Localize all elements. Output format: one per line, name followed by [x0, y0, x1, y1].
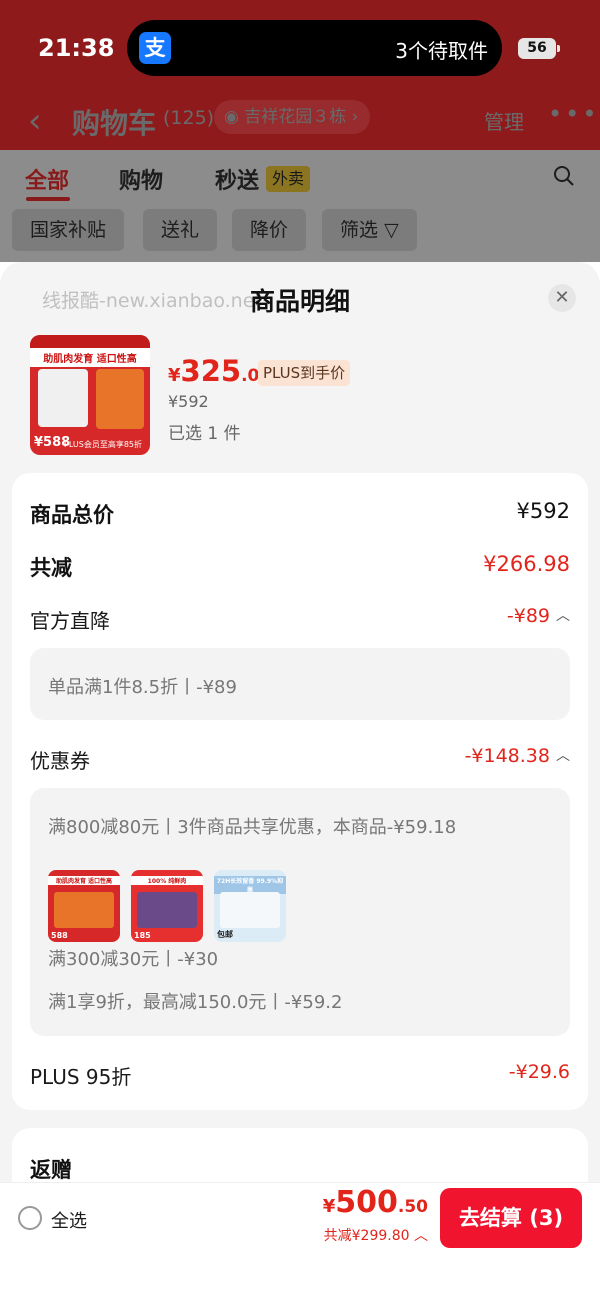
- dynamic-island[interactable]: 支 3个待取件: [127, 20, 502, 76]
- search-icon[interactable]: [552, 164, 576, 188]
- coupon-thumb-body: [137, 892, 197, 928]
- coupon-thumb-price: 包邮: [217, 930, 233, 939]
- official-discount-toggle[interactable]: -¥89 ︿: [507, 605, 570, 627]
- tab-indicator: [26, 197, 70, 201]
- thumb-headline: 助肌肉发育 适口性高: [30, 348, 150, 367]
- filter-price-drop[interactable]: 降价: [232, 209, 307, 251]
- coupon-thumb-body: [220, 892, 280, 928]
- filter-label: 筛选: [340, 219, 379, 241]
- address-label: 吉祥花园３栋: [244, 107, 347, 127]
- filter-button[interactable]: 筛选 ▽: [322, 209, 417, 251]
- coupon-thumb-price: 185: [134, 931, 151, 940]
- chevron-up-icon: ︿: [409, 1228, 428, 1244]
- cart-count: (125): [163, 107, 215, 129]
- selected-count: 已选 1 件: [168, 424, 241, 444]
- back-icon[interactable]: ‹: [28, 101, 42, 141]
- official-discount-label: 官方直降: [30, 609, 110, 633]
- price-yen: ¥: [168, 365, 181, 386]
- coupon-line-3: 满1享9折，最高减150.0元丨-¥59.2: [48, 992, 343, 1013]
- tab-shopping[interactable]: 购物: [119, 163, 163, 195]
- chevron-up-icon: ︿: [556, 748, 570, 764]
- tab-instant[interactable]: 秒送: [215, 163, 259, 195]
- battery-icon: 56: [518, 38, 560, 59]
- manage-button[interactable]: 管理: [484, 106, 524, 135]
- thumb-bag-white: [38, 369, 88, 427]
- filter-icon: ▽: [384, 219, 399, 241]
- coupon-product-thumb[interactable]: 72H长效留香 99.9%抑菌 包邮: [214, 870, 286, 942]
- coupon-thumb-head: 100% 纯鲜肉: [131, 876, 203, 885]
- total-discount: 共减¥299.80: [323, 1228, 410, 1244]
- thumb-bag-orange: [96, 369, 144, 429]
- plus-price-tag: PLUS到手价: [258, 360, 351, 386]
- checkout-bar: 全选 ¥500.50 共减¥299.80 ︿ 去结算 (3): [0, 1182, 600, 1254]
- official-discount-note: 单品满1件8.5折丨-¥89: [48, 677, 237, 698]
- home-indicator-area: [0, 1254, 600, 1304]
- plus-discount-value: -¥29.6: [508, 1061, 570, 1083]
- total-yen: ¥: [322, 1196, 336, 1217]
- plus-discount-label: PLUS 95折: [30, 1065, 132, 1089]
- coupon-product-thumb[interactable]: 助肌肉发育 适口性高 588: [48, 870, 120, 942]
- coupon-line-2: 满300减30元丨-¥30: [48, 949, 219, 970]
- filter-national-subsidy[interactable]: 国家补贴: [12, 209, 125, 251]
- gift-label: 返赠: [30, 1158, 72, 1182]
- total-int: 500: [335, 1185, 398, 1220]
- product-price: ¥325.02: [168, 354, 271, 388]
- page-title: 购物车: [72, 107, 157, 140]
- reduce-label: 共减: [30, 556, 72, 580]
- coupon-value: -¥148.38: [464, 745, 550, 767]
- status-time: 21:38: [38, 34, 115, 62]
- coupon-detail: 满800减80元丨3件商品共享优惠，本商品-¥59.18 助肌肉发育 适口性高 …: [30, 788, 570, 1036]
- price-int: 325: [180, 354, 242, 388]
- official-discount-value: -¥89: [506, 605, 550, 627]
- waimai-badge: 外卖: [266, 166, 311, 192]
- product-image[interactable]: 助肌肉发育 适口性高 ¥588 PLUS会员至高享85折: [30, 335, 150, 455]
- address-selector[interactable]: ◉ 吉祥花园３栋 ›: [214, 100, 371, 134]
- coupon-label: 优惠券: [30, 749, 90, 773]
- radio-icon[interactable]: [18, 1206, 42, 1230]
- sheet-title: 商品明细: [249, 287, 350, 316]
- pickup-status: 3个待取件: [395, 39, 488, 63]
- reduce-value: ¥266.98: [483, 552, 570, 576]
- total-dec: .50: [397, 1197, 428, 1217]
- cart-nav-bar: ‹ 购物车 (125) ◉ 吉祥花园３栋 › 管理 •••: [0, 95, 600, 150]
- total-discount-toggle[interactable]: 共减¥299.80 ︿: [324, 1225, 428, 1245]
- coupon-toggle[interactable]: -¥148.38 ︿: [465, 745, 570, 767]
- product-detail-sheet: 线报酷-new.xianbao.net 商品明细 ✕ 助肌肉发育 适口性高 ¥5…: [0, 262, 600, 1304]
- price-detail-card: 商品总价 ¥592 共减 ¥266.98 官方直降 -¥89 ︿ 单品满1件8.5…: [12, 473, 588, 1110]
- coupon-thumb-body: [54, 892, 114, 928]
- select-all-label[interactable]: 全选: [51, 1207, 87, 1233]
- total-value: ¥592: [516, 499, 570, 523]
- chevron-right-icon: ›: [351, 107, 359, 127]
- tab-all[interactable]: 全部: [25, 163, 69, 195]
- alipay-icon: 支: [139, 32, 171, 64]
- coupon-thumb-head: 助肌肉发育 适口性高: [48, 876, 120, 885]
- thumb-plus: PLUS会员至高享85折: [64, 440, 142, 449]
- thumb-banner: [30, 335, 150, 349]
- official-discount-detail: 单品满1件8.5折丨-¥89: [30, 648, 570, 720]
- total-label: 商品总价: [30, 503, 114, 527]
- eye-icon: ◉: [224, 107, 239, 127]
- status-bar: 21:38 支 3个待取件 56: [0, 0, 600, 95]
- more-icon[interactable]: •••: [548, 100, 599, 128]
- filter-gift[interactable]: 送礼: [143, 209, 218, 251]
- cart-total-price: ¥500.50: [323, 1185, 428, 1220]
- coupon-line-1: 满800减80元丨3件商品共享优惠，本商品-¥59.18: [48, 817, 457, 838]
- coupon-product-thumb[interactable]: 100% 纯鲜肉 185: [131, 870, 203, 942]
- checkout-button[interactable]: 去结算 (3): [440, 1188, 582, 1248]
- chevron-up-icon: ︿: [556, 608, 570, 624]
- close-icon[interactable]: ✕: [548, 284, 576, 312]
- cart-tabs: 全部 购物 秒送 外卖 国家补贴 送礼 降价 筛选 ▽: [0, 150, 600, 262]
- coupon-thumb-price: 588: [51, 931, 68, 940]
- original-price: ¥592: [168, 392, 209, 411]
